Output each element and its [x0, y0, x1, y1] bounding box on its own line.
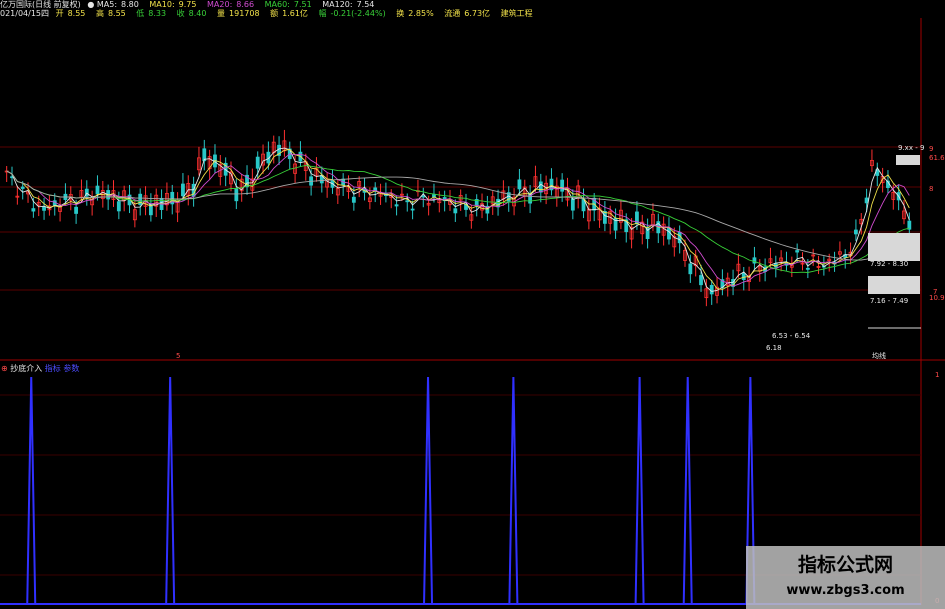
- signal-spikes: [26, 376, 756, 605]
- moving-average-lines: [6, 147, 910, 292]
- candle-body: [496, 198, 500, 208]
- candle-body: [602, 211, 607, 224]
- ma120-line: [6, 170, 910, 261]
- range-box-lower: [868, 276, 920, 294]
- candle-body: [405, 200, 410, 203]
- low-range-text: 6.53 - 6.54: [772, 332, 811, 340]
- candle-body: [74, 206, 79, 214]
- candle-body: [538, 181, 543, 193]
- indicator-param[interactable]: 指标 参数: [45, 364, 80, 373]
- candle-body: [20, 186, 25, 189]
- candle-body: [805, 267, 810, 270]
- candle-body: [234, 188, 239, 202]
- candle-body: [854, 229, 858, 235]
- signal-spike: [26, 376, 37, 605]
- candle-body: [517, 179, 522, 190]
- signal-spike: [634, 376, 645, 605]
- candle-body: [795, 250, 800, 253]
- candle-body: [181, 183, 185, 197]
- low-point-text: 6.18: [766, 344, 782, 352]
- candle-body: [421, 195, 426, 198]
- candle-body: [95, 185, 100, 195]
- watermark-url: www.zbgs3.com: [786, 583, 905, 598]
- candle-body: [42, 206, 46, 211]
- axis-label-10-9: 10.9: [929, 294, 945, 302]
- bottom-tag: 均线: [872, 351, 886, 360]
- axis-label-61-6: 61.6: [929, 154, 945, 162]
- candle-body: [31, 208, 36, 212]
- candle-body: [741, 272, 746, 280]
- high-marker-text: 9.xx - 9: [898, 144, 924, 152]
- candle-body: [560, 179, 565, 192]
- candle-body: [699, 275, 703, 286]
- candle-body: [709, 284, 714, 295]
- range-upper-text: 7.92 - 8.30: [870, 260, 908, 268]
- candlesticks: [4, 129, 912, 307]
- candle-body: [453, 208, 458, 214]
- stock-chart[interactable]: 9 8 7 10.9 61.6 1 0 9.xx - 9 7.92 - 8.30…: [0, 0, 945, 609]
- signal-spike: [165, 376, 176, 605]
- range-lower-text: 7.16 - 7.49: [870, 297, 908, 305]
- axis-label-9: 9: [929, 145, 933, 153]
- candle-body: [410, 208, 415, 211]
- watermark-title: 指标公式网: [797, 554, 893, 576]
- ma5-line: [6, 147, 910, 292]
- signal-spike: [423, 376, 434, 605]
- indicator-title: ⊕ 抄底介入 指标 参数: [1, 364, 80, 373]
- candle-body: [116, 201, 121, 212]
- watermark: 指标公式网 www.zbgs3.com: [746, 546, 945, 609]
- signal-spike: [508, 376, 519, 605]
- high-box: [896, 155, 920, 165]
- candle-body: [864, 197, 869, 204]
- candle-body: [688, 263, 693, 275]
- candle-body: [667, 227, 671, 240]
- signal-spike: [682, 376, 693, 605]
- candle-body: [570, 198, 575, 211]
- ind-axis-label-1: 1: [935, 371, 939, 379]
- range-box-upper: [868, 233, 920, 261]
- candle-body: [255, 156, 260, 169]
- left-tag: 5: [176, 352, 180, 360]
- ma60-line: [6, 164, 910, 274]
- candle-body: [351, 196, 356, 203]
- candle-body: [394, 204, 399, 207]
- price-gridlines: [0, 146, 921, 291]
- axis-label-8: 8: [929, 185, 933, 193]
